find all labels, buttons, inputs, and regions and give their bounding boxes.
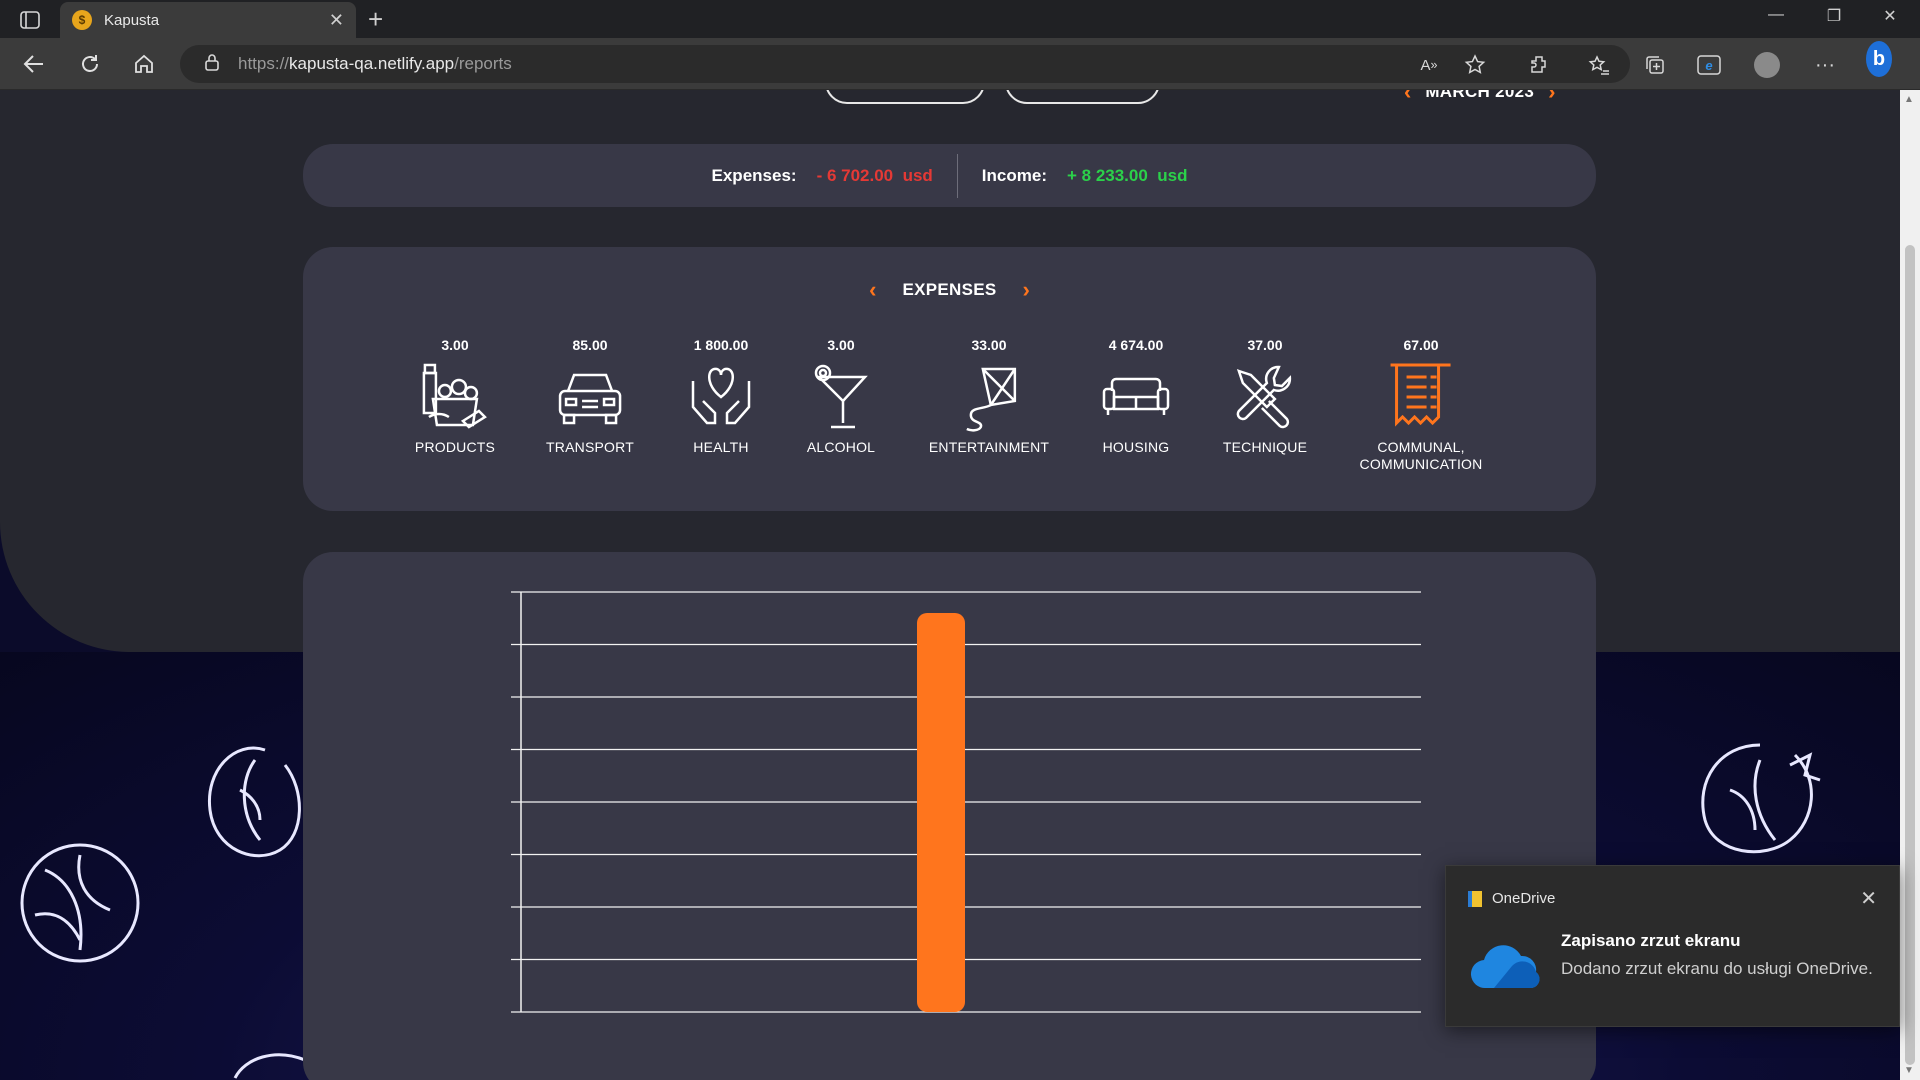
browser-tab[interactable]: $ Kapusta ✕ — [60, 2, 356, 38]
category-value: 3.00 — [441, 337, 469, 353]
back-icon[interactable] — [18, 50, 50, 78]
notification-message: Dodano zrzut ekranu do usługi OneDrive. — [1561, 959, 1873, 978]
category-value: 1 800.00 — [693, 337, 749, 353]
more-options-icon[interactable]: ··· — [1812, 52, 1838, 78]
close-window-icon[interactable]: ✕ — [1870, 6, 1910, 26]
category-name: TECHNIQUE — [1222, 439, 1308, 455]
report-type-switcher: ‹ EXPENSES › — [303, 277, 1596, 303]
tab-title: Kapusta — [104, 11, 160, 29]
hands-heart-icon — [691, 367, 751, 425]
close-notification-icon[interactable]: ✕ — [1860, 886, 1877, 911]
category-name: PRODUCTS — [414, 439, 496, 455]
onedrive-app-icon — [1468, 890, 1482, 907]
extensions-icon[interactable] — [1526, 52, 1552, 78]
products-icon — [422, 363, 487, 429]
category-transport[interactable]: 85.00 TRANSPORT — [546, 337, 634, 456]
close-tab-icon[interactable]: ✕ — [329, 10, 344, 31]
add-favorite-icon[interactable] — [1462, 52, 1488, 78]
notification-title: Zapisano zrzut ekranu — [1561, 931, 1741, 950]
tools-icon — [1236, 365, 1292, 429]
category-housing[interactable]: 4 674.00 HOUSING — [1100, 337, 1172, 456]
onedrive-cloud-icon — [1470, 945, 1540, 989]
cabbage-decoration-icon — [1701, 743, 1821, 854]
favorites-icon[interactable] — [1586, 52, 1612, 78]
category-value: 85.00 — [572, 337, 608, 353]
cabbage-decoration-icon — [207, 746, 301, 858]
next-month-icon[interactable]: › — [1548, 90, 1555, 105]
category-alcohol[interactable]: 3.00 ALCOHOL — [805, 337, 877, 456]
ie-mode-icon[interactable]: e — [1696, 52, 1722, 78]
category-name: HOUSING — [1102, 439, 1170, 455]
prev-month-icon[interactable]: ‹ — [1404, 90, 1411, 105]
current-period: MARCH 2023 — [1425, 90, 1535, 101]
category-technique[interactable]: 37.00 TECHNIQUE — [1223, 337, 1307, 456]
cocktail-icon — [814, 364, 868, 429]
period-selector: ‹ MARCH 2023 › — [1404, 90, 1555, 104]
category-value: 4 674.00 — [1108, 337, 1164, 353]
categories-card: ‹ EXPENSES › 3.00 PRODUCTS 85.00 TRANSPO… — [303, 247, 1596, 511]
category-name: ENTERTAINMENT — [928, 439, 1050, 455]
scroll-up-icon[interactable]: ▲ — [1904, 94, 1914, 105]
category-name: COMMUNAL, COMMUNICATION — [1359, 439, 1483, 472]
receipt-icon — [1390, 363, 1451, 427]
restore-icon[interactable]: ❐ — [1814, 6, 1854, 26]
sofa-icon — [1102, 377, 1170, 415]
favicon-icon: $ — [72, 10, 92, 30]
svg-text:e: e — [1705, 58, 1712, 73]
read-aloud-icon[interactable]: A» — [1416, 52, 1442, 78]
browser-toolbar: https://kapusta-qa.netlify.app/reports A… — [0, 38, 1920, 90]
category-value: 33.00 — [971, 337, 1007, 353]
report-type-title: EXPENSES — [902, 280, 997, 299]
back-to-main-button[interactable] — [825, 90, 985, 104]
scrollbar-thumb[interactable] — [1905, 245, 1915, 1065]
chart-bar[interactable] — [917, 613, 965, 1012]
next-report-type-icon[interactable]: › — [1023, 277, 1030, 303]
category-name: TRANSPORT — [546, 439, 634, 455]
home-icon[interactable] — [128, 50, 160, 78]
tab-actions-icon[interactable] — [14, 8, 46, 32]
chart-card — [303, 552, 1596, 1080]
prev-report-type-icon[interactable]: ‹ — [869, 277, 876, 303]
page-scrollbar[interactable]: ▲ ▼ — [1900, 90, 1920, 1080]
scroll-down-icon[interactable]: ▼ — [1904, 1065, 1914, 1076]
balance-button[interactable] — [1005, 90, 1160, 104]
onedrive-notification[interactable]: OneDrive ✕ Zapisano zrzut ekranu Dodano … — [1445, 865, 1900, 1027]
kite-icon — [966, 367, 1017, 432]
category-name: ALCOHOL — [806, 439, 876, 455]
income-label: Income: — [981, 165, 1047, 185]
url-text: https://kapusta-qa.netlify.app/reports — [238, 54, 512, 73]
notification-app-name: OneDrive — [1492, 890, 1556, 907]
category-products[interactable]: 3.00 PRODUCTS — [415, 337, 495, 456]
expenses-label: Expenses: — [711, 165, 797, 185]
lock-icon[interactable] — [204, 53, 220, 76]
bing-chat-icon[interactable]: b — [1866, 41, 1892, 77]
new-tab-icon[interactable]: + — [368, 4, 383, 35]
category-value: 67.00 — [1403, 337, 1439, 353]
category-value: 3.00 — [827, 337, 855, 353]
category-value: 37.00 — [1247, 337, 1283, 353]
collections-icon[interactable] — [1642, 52, 1668, 78]
expenses-total: - 6 702.00 usd — [816, 165, 933, 185]
profile-avatar-icon[interactable] — [1754, 52, 1780, 78]
category-name: HEALTH — [693, 439, 749, 455]
cabbage-decoration-icon — [20, 843, 140, 963]
category-health[interactable]: 1 800.00 HEALTH — [685, 337, 757, 456]
income-total: + 8 233.00 usd — [1066, 165, 1188, 185]
cabbage-decoration-icon — [233, 1053, 306, 1079]
car-icon — [558, 373, 622, 425]
summary-bar: Expenses: - 6 702.00 usd Income: + 8 233… — [303, 144, 1596, 207]
category-entertainment[interactable]: 33.00 ENTERTAINMENT — [929, 337, 1049, 456]
category-communal[interactable]: 67.00 COMMUNAL, COMMUNICATION — [1360, 337, 1483, 473]
browser-tab-bar: $ Kapusta ✕ + — ❐ ✕ — [0, 0, 1920, 38]
notification-app: OneDrive — [1468, 890, 1555, 907]
minimize-icon[interactable]: — — [1756, 6, 1796, 24]
expenses-bar-chart — [511, 591, 1421, 1013]
refresh-icon[interactable] — [74, 50, 106, 78]
address-bar[interactable]: https://kapusta-qa.netlify.app/reports — [180, 45, 1630, 83]
